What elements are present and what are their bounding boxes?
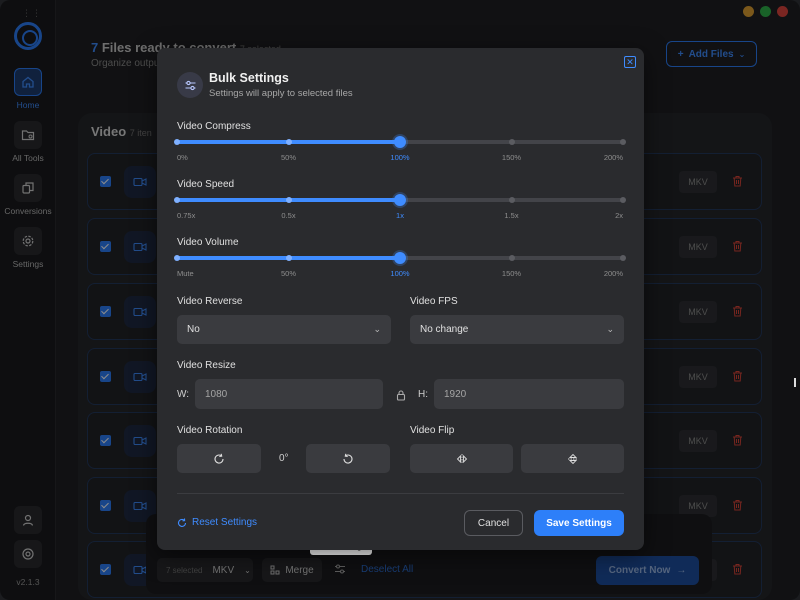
slider-tick[interactable] — [508, 255, 515, 261]
slider-tick-label: 50% — [280, 153, 297, 162]
rotation-value: 0° — [279, 453, 289, 464]
video-reverse-select[interactable]: No ⌄ — [177, 315, 391, 344]
slider-tick-label: 200% — [603, 269, 623, 278]
close-icon[interactable]: ✕ — [624, 56, 636, 68]
dialog-subtitle: Settings will apply to selected files — [209, 88, 353, 99]
slider-tick-label: 100% — [390, 269, 410, 278]
video-volume-label: Video Volume — [177, 237, 239, 248]
video-compress-slider[interactable]: 0% 50% 100% 150% 200% — [174, 136, 626, 162]
video-reverse-label: Video Reverse — [177, 296, 243, 307]
rotate-clockwise-icon — [214, 453, 224, 464]
slider-tick-label: 150% — [501, 153, 522, 162]
flip-horizontal-button[interactable] — [410, 444, 513, 473]
slider-tick[interactable] — [174, 139, 180, 145]
slider-thumb[interactable] — [394, 252, 406, 264]
divider — [177, 493, 624, 494]
slider-tick-label: 2x — [615, 211, 623, 220]
slider-tick[interactable] — [508, 139, 515, 145]
refresh-icon — [178, 517, 187, 527]
reset-label: Reset Settings — [192, 517, 258, 528]
chevron-down-icon: ⌄ — [606, 324, 614, 334]
slider-tick[interactable] — [620, 197, 626, 203]
slider-tick[interactable] — [285, 255, 292, 261]
slider-tick-label: 0.75x — [177, 211, 196, 220]
slider-thumb[interactable] — [394, 194, 406, 206]
height-input[interactable]: 1920 — [434, 379, 624, 409]
slider-tick-label: 100% — [390, 153, 410, 162]
dialog-title: Bulk Settings — [209, 71, 289, 85]
scrollbar[interactable] — [794, 378, 796, 387]
video-fps-value: No change — [420, 324, 469, 335]
rotate-counterclockwise-icon — [343, 453, 353, 464]
slider-tick-label: 150% — [501, 269, 522, 278]
bulk-settings-dialog: Bulk Settings Settings will apply to sel… — [157, 48, 644, 550]
width-input[interactable]: 1080 — [195, 379, 383, 409]
flip-horizontal-icon — [456, 453, 467, 464]
height-label: H: — [418, 389, 428, 400]
save-settings-button[interactable]: Save Settings — [534, 510, 624, 536]
slider-tick[interactable] — [174, 197, 180, 203]
slider-thumb[interactable] — [394, 136, 406, 148]
app-window: ⋮⋮ Home All Tools Conversions Settings v… — [0, 0, 800, 600]
slider-tick-label: Mute — [177, 269, 194, 278]
lock-icon[interactable] — [396, 388, 406, 406]
slider-tick[interactable] — [620, 139, 626, 145]
reset-settings-button[interactable]: Reset Settings — [177, 517, 257, 528]
video-rotation-label: Video Rotation — [177, 425, 243, 436]
slider-tick-label: 0.5x — [281, 211, 296, 220]
video-fps-select[interactable]: No change ⌄ — [410, 315, 624, 344]
slider-tick[interactable] — [174, 255, 180, 261]
video-resize-label: Video Resize — [177, 360, 236, 371]
slider-tick[interactable] — [620, 255, 626, 261]
video-speed-label: Video Speed — [177, 179, 235, 190]
flip-vertical-button[interactable] — [521, 444, 624, 473]
video-reverse-value: No — [187, 324, 200, 335]
slider-tick[interactable] — [285, 139, 292, 145]
cancel-button[interactable]: Cancel — [464, 510, 523, 536]
slider-tick-label: 200% — [603, 153, 623, 162]
flip-vertical-icon — [567, 453, 578, 464]
slider-tick[interactable] — [508, 197, 515, 203]
slider-tick[interactable] — [285, 197, 292, 203]
slider-tick-label: 50% — [280, 269, 297, 278]
slider-tick-label: 1.5x — [504, 211, 519, 220]
rotate-counterclockwise-button[interactable] — [306, 444, 390, 473]
width-label: W: — [177, 389, 190, 400]
slider-tick-label: 0% — [177, 153, 188, 162]
rotate-clockwise-button[interactable] — [177, 444, 261, 473]
video-speed-slider[interactable]: 0.75x 0.5x 1x 1.5x 2x — [174, 194, 626, 220]
video-volume-slider[interactable]: Mute 50% 100% 150% 200% — [174, 252, 626, 278]
video-compress-label: Video Compress — [177, 121, 251, 132]
video-fps-label: Video FPS — [410, 296, 458, 307]
sliders-icon — [177, 72, 203, 98]
slider-tick-label: 1x — [396, 211, 404, 220]
video-flip-label: Video Flip — [410, 425, 455, 436]
chevron-down-icon: ⌄ — [373, 324, 381, 334]
